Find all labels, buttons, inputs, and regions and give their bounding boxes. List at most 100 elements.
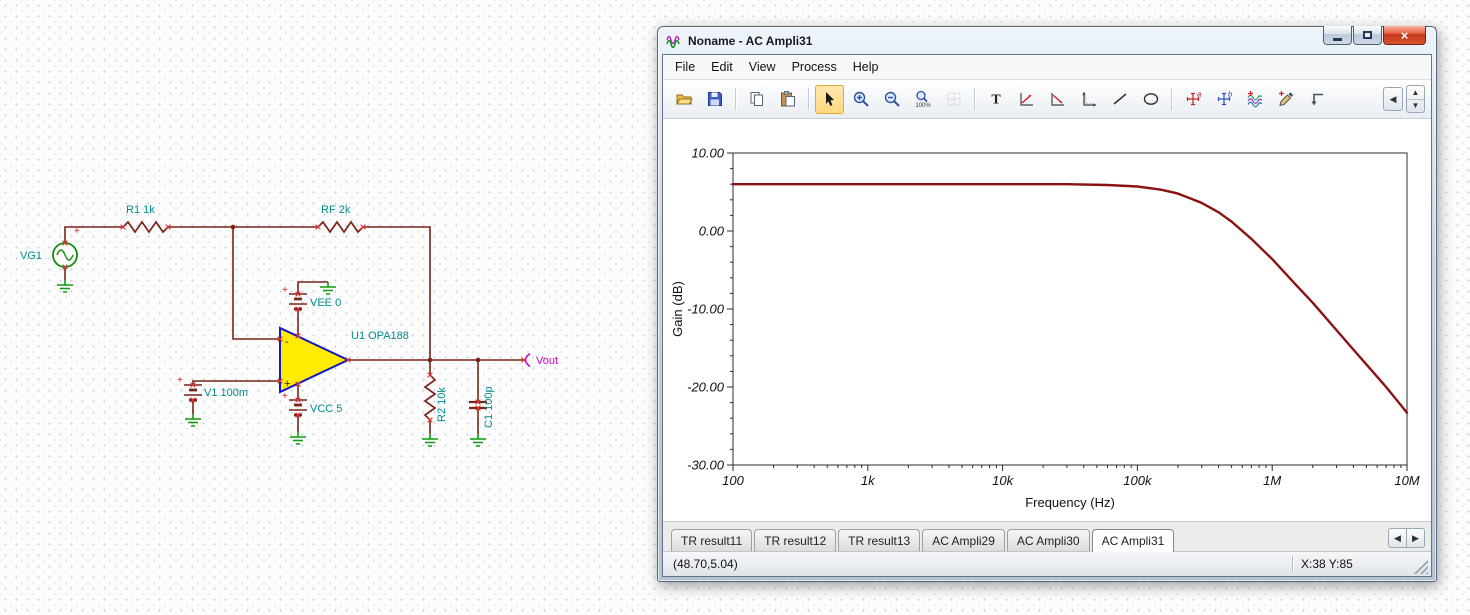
zoom-in-button[interactable] [846, 85, 875, 114]
axis-settings-button[interactable] [1074, 85, 1103, 114]
status-bar: (48.70,5.04) X:38 Y:85 [663, 551, 1431, 576]
line-tool-button[interactable] [1105, 85, 1134, 114]
tab-scroll-right-button[interactable]: ▶ [1407, 528, 1425, 548]
tab-tr-result12[interactable]: TR result12 [754, 529, 837, 551]
spin-down-button[interactable]: ▼ [1407, 100, 1424, 113]
wires [64, 226, 524, 434]
corner-arrow-icon [1310, 93, 1323, 106]
window-client-area: File Edit View Process Help 100% T a b ◀… [662, 54, 1432, 577]
resistor-r2[interactable] [424, 374, 436, 421]
svg-text:Frequency (Hz): Frequency (Hz) [1025, 495, 1115, 510]
grid-button[interactable] [939, 85, 968, 114]
up-arrow-icon: ▲ [1411, 87, 1420, 97]
minimize-icon [1333, 37, 1342, 41]
toolbar-separator [808, 88, 809, 110]
resize-grip[interactable] [1413, 559, 1428, 574]
v1-label: V1 100m [204, 387, 248, 399]
noninverting-input-sign: + [284, 378, 290, 390]
copy-button[interactable] [742, 85, 771, 114]
draw-tool-1-button[interactable] [1012, 85, 1041, 114]
vout-label: Vout [536, 355, 558, 367]
tab-scroll-left-button[interactable]: ◀ [1388, 528, 1407, 548]
menu-process[interactable]: Process [784, 57, 845, 77]
chart-canvas[interactable]: 10.00 0.00 -10.00 -20.00 -30.00 100 1k 10k 100k 1… [663, 119, 1431, 521]
pen-tool-button[interactable] [1271, 85, 1300, 114]
svg-text:Gain (dB): Gain (dB) [670, 281, 685, 337]
ellipse-tool-button[interactable] [1136, 85, 1165, 114]
zoom-100-button[interactable]: 100% [908, 85, 937, 114]
toolbar-spinner: ▲ ▼ [1406, 85, 1425, 113]
vee-plus-mark: + [282, 285, 288, 296]
app-icon [666, 35, 680, 48]
corner-arrow-button[interactable] [1302, 85, 1331, 114]
spin-up-button[interactable]: ▲ [1407, 86, 1424, 100]
pin-cross-marks [62, 224, 527, 423]
vcc-plus-mark: + [282, 391, 288, 402]
maximize-button[interactable] [1353, 26, 1382, 45]
tab-ac-ampli30[interactable]: AC Ampli30 [1006, 529, 1090, 551]
inverting-input-sign: - [285, 336, 289, 348]
b-marker-button[interactable]: b [1209, 85, 1238, 114]
paste-icon [780, 91, 795, 107]
left-arrow-icon: ◀ [1394, 532, 1401, 543]
r2-label: R2 10k [436, 387, 448, 422]
minimize-button[interactable] [1323, 26, 1352, 45]
svg-text:100: 100 [722, 473, 744, 488]
curves-icon [1246, 91, 1262, 108]
zoom-out-button[interactable] [877, 85, 906, 114]
svg-text:b: b [1228, 90, 1232, 99]
text-icon: T [991, 93, 1001, 108]
right-arrow-icon: ▶ [1412, 532, 1419, 543]
tab-ac-ampli29[interactable]: AC Ampli29 [922, 529, 1005, 551]
menu-edit[interactable]: Edit [703, 57, 741, 77]
svg-text:-30.00: -30.00 [687, 458, 725, 473]
open-button[interactable] [669, 85, 698, 114]
vee-label: VEE 0 [310, 297, 341, 309]
menu-view[interactable]: View [741, 57, 784, 77]
zoom-in-icon [853, 91, 869, 107]
a-marker-icon: a [1186, 90, 1201, 106]
axis-settings-icon [1081, 92, 1096, 107]
menu-file[interactable]: File [667, 57, 703, 77]
vout-pin-hook [524, 352, 531, 368]
floppy-icon [707, 92, 722, 106]
scroll-left-button[interactable]: ◀ [1383, 87, 1403, 111]
text-tool-button[interactable]: T [981, 85, 1010, 114]
add-curve-button[interactable] [1240, 85, 1269, 114]
b-marker-icon: b [1217, 90, 1232, 106]
battery-v1[interactable] [184, 384, 202, 402]
toolbar-separator [974, 88, 975, 110]
draw-tool-2-button[interactable] [1043, 85, 1072, 114]
resistor-rf[interactable] [317, 221, 364, 233]
tab-tr-result13[interactable]: TR result13 [838, 529, 921, 551]
tab-tr-result11[interactable]: TR result11 [671, 529, 753, 551]
battery-vee[interactable] [289, 293, 307, 311]
pointer-position: X:38 Y:85 [1301, 557, 1353, 571]
voltage-generator-vg1[interactable]: + [52, 226, 80, 268]
gain-frequency-chart[interactable]: 10.00 0.00 -10.00 -20.00 -30.00100 1k 10k 100k 1… [667, 129, 1427, 521]
svg-text:10.00: 10.00 [691, 146, 724, 161]
schematic-canvas[interactable]: + + + + - + VG1 R1 1k RF 2k VEE 0 U1 OPA… [18, 182, 648, 512]
menu-help[interactable]: Help [845, 57, 887, 77]
save-button[interactable] [700, 85, 729, 114]
select-arrow-button[interactable] [815, 84, 844, 114]
c1-label: C1 100p [483, 386, 495, 428]
cursor-arrow-icon [825, 92, 834, 106]
toolbar: 100% T a b ◀ ▲ ▼ [663, 80, 1431, 119]
rf-label: RF 2k [321, 204, 351, 216]
tab-ac-ampli31[interactable]: AC Ampli31 [1091, 529, 1175, 552]
svg-text:-10.00: -10.00 [687, 302, 725, 317]
cursor-coordinates: (48.70,5.04) [673, 557, 738, 571]
a-marker-button[interactable]: a [1178, 85, 1207, 114]
zoom-out-icon [884, 91, 900, 107]
paste-button[interactable] [773, 85, 802, 114]
vg1-label: VG1 [20, 250, 42, 262]
titlebar[interactable]: Noname - AC Ampli31 × [662, 26, 1432, 54]
toolbar-nav: ◀ ▲ ▼ [1383, 85, 1425, 113]
battery-vcc[interactable] [289, 399, 307, 417]
close-button[interactable]: × [1383, 26, 1426, 45]
opamp-u1[interactable]: - + [279, 326, 351, 394]
resistor-r1[interactable] [122, 221, 169, 233]
v1-plus-mark: + [177, 375, 183, 386]
svg-text:100%: 100% [915, 103, 931, 108]
